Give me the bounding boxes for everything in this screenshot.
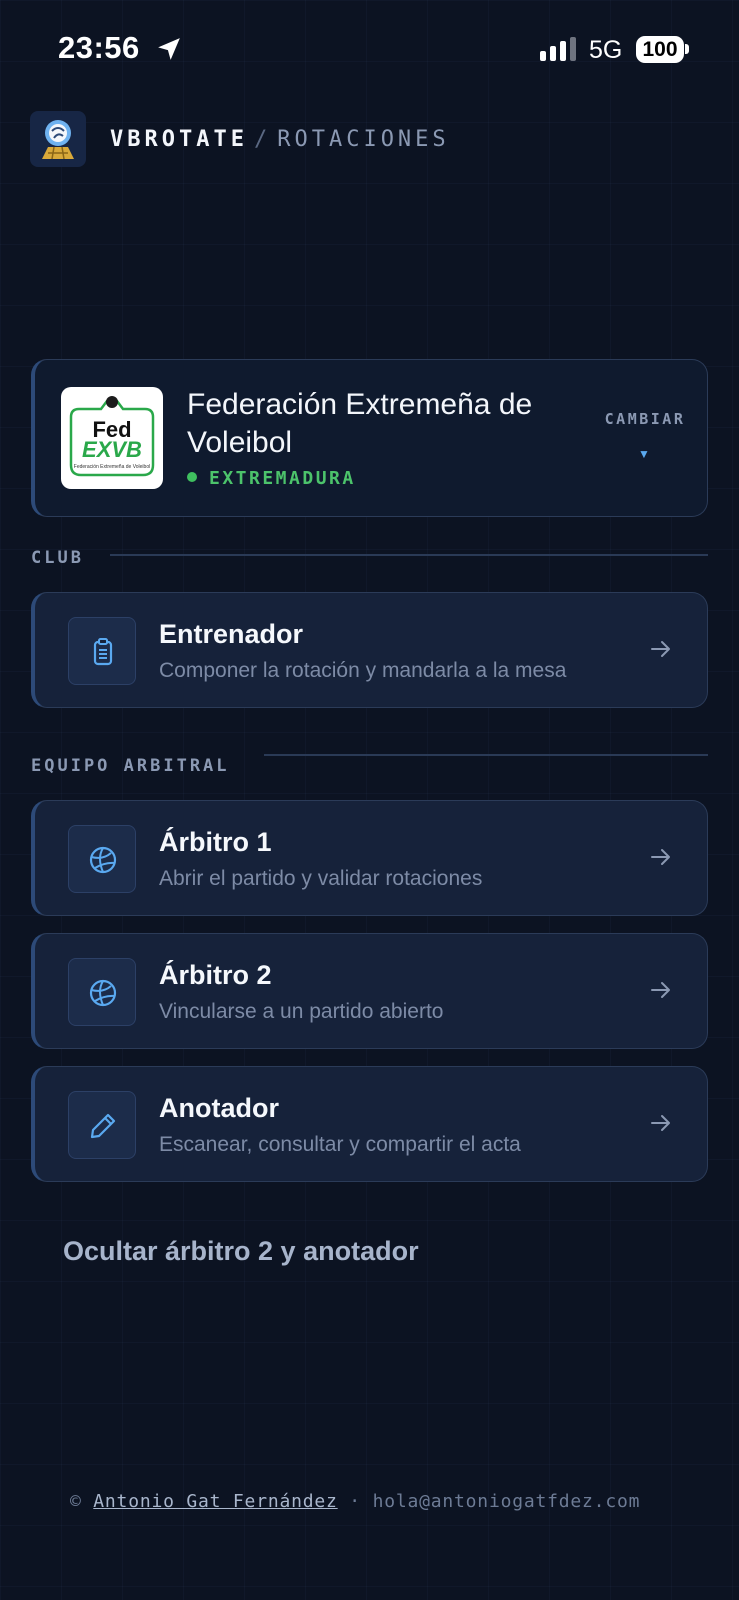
- arrow-right-icon: [651, 849, 670, 865]
- caret-down-icon[interactable]: ▼: [636, 447, 652, 461]
- status-dot: [187, 472, 197, 482]
- role-title: Anotador: [159, 1093, 279, 1123]
- app-title: VBROTATE / ROTACIONES: [110, 127, 450, 152]
- author-link[interactable]: Antonio Gat Fernández: [93, 1491, 337, 1512]
- role-icon-box: [68, 825, 136, 893]
- role-icon-box: [68, 1091, 136, 1159]
- clipboard-icon: [93, 638, 113, 666]
- footer-separator: ·: [349, 1491, 361, 1512]
- pencil-icon: [90, 1113, 116, 1139]
- role-title: Árbitro 2: [159, 960, 272, 990]
- vbrotate-logo-icon: [42, 120, 74, 160]
- hide-roles-toggle[interactable]: Ocultar árbitro 2 y anotador: [63, 1236, 419, 1267]
- role-icon-box: [68, 958, 136, 1026]
- change-federation-button[interactable]: CAMBIAR: [597, 410, 693, 428]
- brand-name: VBROTATE: [110, 127, 248, 152]
- arrow-right-icon: [651, 641, 670, 657]
- battery-icon: 100: [636, 36, 684, 63]
- role-icon-box: [68, 617, 136, 685]
- arrow-right-icon: [651, 982, 670, 998]
- role-description: Escanear, consultar y compartir el acta: [159, 1133, 521, 1156]
- role-description: Vincularse a un partido abierto: [159, 1000, 444, 1023]
- battery-cap: [685, 44, 689, 54]
- svg-text:EXVB: EXVB: [82, 437, 142, 462]
- section-club: CLUB: [31, 548, 84, 568]
- role-title: Árbitro 1: [159, 827, 272, 857]
- role-card-entrenador[interactable]: Entrenador Componer la rotación y mandar…: [31, 592, 708, 708]
- role-card-arbitro-2[interactable]: Árbitro 2 Vincularse a un partido abiert…: [31, 933, 708, 1049]
- svg-text:Federación Extremeña de Voleib: Federación Extremeña de Voleibol: [74, 464, 150, 470]
- brand-separator: /: [253, 127, 272, 152]
- federation-name: Federación Extremeña de Voleibol: [187, 388, 533, 459]
- page-title: ROTACIONES: [277, 127, 450, 152]
- volleyball-icon: [89, 846, 117, 874]
- section-divider: [264, 754, 708, 756]
- federation-region: EXTREMADURA: [187, 468, 356, 489]
- email-link[interactable]: hola@antoniogatfdez.com: [373, 1491, 641, 1512]
- location-arrow-icon: [158, 38, 180, 60]
- federation-logo: Fed EXVB Federación Extremeña de Voleibo…: [61, 387, 163, 489]
- volleyball-icon: [89, 979, 117, 1007]
- signal-bars-icon: [540, 37, 576, 61]
- role-description: Componer la rotación y mandarla a la mes…: [159, 659, 567, 682]
- status-bar: 23:56 5G 100: [0, 0, 739, 100]
- region-label: EXTREMADURA: [209, 468, 356, 489]
- federation-card[interactable]: Fed EXVB Federación Extremeña de Voleibo…: [31, 359, 708, 517]
- arrow-right-icon: [651, 1115, 670, 1131]
- role-card-anotador[interactable]: Anotador Escanear, consultar y compartir…: [31, 1066, 708, 1182]
- app-logo[interactable]: [30, 111, 86, 167]
- role-title: Entrenador: [159, 619, 304, 649]
- footer: © Antonio Gat Fernández · hola@antonioga…: [70, 1491, 640, 1512]
- role-card-arbitro-1[interactable]: Árbitro 1 Abrir el partido y validar rot…: [31, 800, 708, 916]
- copyright-symbol: ©: [70, 1491, 82, 1512]
- network-type: 5G: [589, 36, 623, 64]
- status-time: 23:56: [58, 30, 140, 65]
- role-description: Abrir el partido y validar rotaciones: [159, 867, 483, 890]
- section-equipo-arbitral: EQUIPO ARBITRAL: [31, 756, 230, 776]
- section-divider: [110, 554, 708, 556]
